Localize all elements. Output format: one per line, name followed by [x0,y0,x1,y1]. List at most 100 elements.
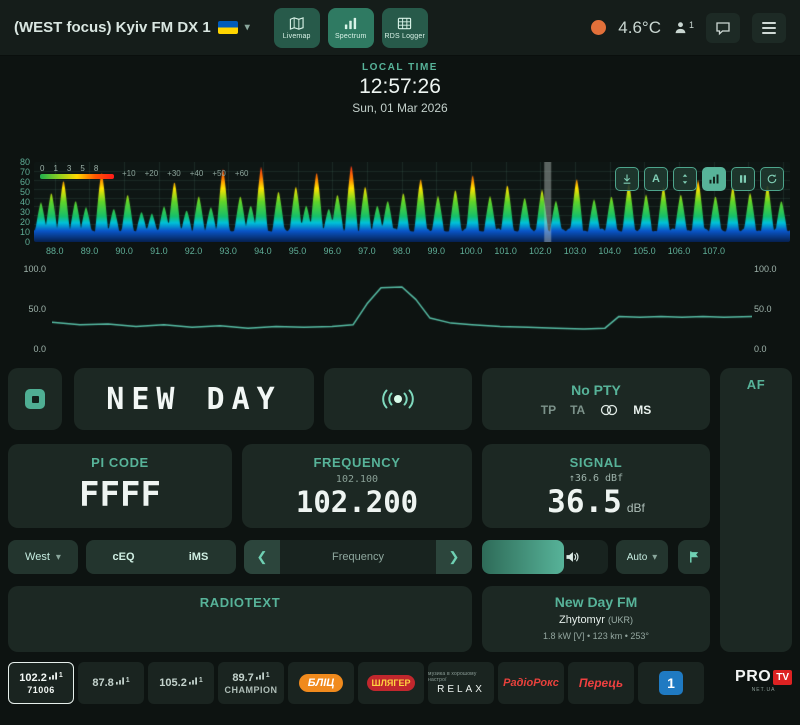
pause-button[interactable] [731,167,755,191]
signal-card: SIGNAL ↑36.6 dBf 36.5 dBf [482,444,710,528]
x-tick: 93.0 [219,246,237,256]
frequency-down-button[interactable]: ❮ [244,540,280,574]
x-tick: 104.0 [598,246,621,256]
legend-db: +40 [190,169,204,178]
listeners-indicator: 1 [673,20,694,35]
ims-toggle[interactable]: iMS [161,551,236,563]
x-tick: 105.0 [633,246,656,256]
resize-button[interactable] [673,167,697,191]
relax-logo: RELAX [437,684,485,695]
y-tick: 50 [8,187,30,197]
eq-toggle[interactable]: cEQ [86,551,161,563]
y-tick: 60 [8,177,30,187]
fm-dx-webserver-app: (WEST focus) Kyiv FM DX 1 ▾ Livemap Spec… [0,0,800,725]
ms-flag: MS [633,403,651,417]
spectrum-legend: 0 1 3 5 8 +10 +20 +30 +40 +50 +60 [40,164,248,179]
hamburger-icon [762,22,776,34]
preset-tile-blic[interactable]: БЛІЦ [288,662,354,704]
listeners-count: 1 [689,20,694,30]
legend-db: +50 [212,169,226,178]
person-icon [673,20,688,35]
local-time-block: LOCAL TIME 12:57:26 Sun, 01 Mar 2026 [0,62,800,115]
preset-tile[interactable]: 102.2 1 71006 [8,662,74,704]
ua1-logo: 1 [659,671,683,695]
server-title-dropdown[interactable]: (WEST focus) Kyiv FM DX 1 ▾ [14,19,250,36]
volume-slider[interactable] [482,540,608,574]
y-tick: 0 [8,237,30,247]
legend-tick: 5 [80,164,84,173]
autoscale-button[interactable]: A [644,167,668,191]
menu-button[interactable] [752,13,786,43]
stop-icon [25,389,45,409]
stop-button[interactable] [8,368,62,430]
x-tick: 94.0 [254,246,272,256]
scale-down-button[interactable] [615,167,639,191]
antenna-select[interactable]: West ▾ [8,540,78,574]
preset-tile[interactable]: 89.7 1 CHAMPION [218,662,284,704]
local-time-value: 12:57:26 [0,75,800,99]
refresh-button[interactable] [760,167,784,191]
pi-code-label: PI CODE [8,455,232,470]
preset-tile-ua1[interactable]: 1 [638,662,704,704]
x-tick: 90.0 [115,246,133,256]
x-tick: 96.0 [323,246,341,256]
mode-select[interactable]: Auto ▾ [616,540,668,574]
radio-roks-logo: РадіоРокс [503,677,559,689]
preset-tile-perets[interactable]: Перець [568,662,634,704]
history-label-right-max: 100.0 [754,264,790,274]
livemap-button[interactable]: Livemap [274,8,320,48]
y-tick: 10 [8,227,30,237]
x-tick: 100.0 [460,246,483,256]
legend-db: +10 [122,169,136,178]
frequency-up-button[interactable]: ❯ [436,540,472,574]
legend-gradient-bar [40,174,114,179]
station-info-card: New Day FM Zhytomyr (UKR) 1.8 kW [V] • 1… [482,586,710,652]
spectrum-icon [343,16,358,31]
preset-tile-shlyager[interactable]: ШЛЯГЕР [358,662,424,704]
nav-buttons: Livemap Spectrum RDS Logger [274,8,428,48]
brand-tv: TV [773,670,792,685]
chevron-down-icon: ▾ [56,552,61,563]
signal-bars-icon [49,672,57,680]
legend-db: +60 [235,169,249,178]
speaker-icon [565,551,580,564]
x-tick: 103.0 [564,246,587,256]
chat-button[interactable] [706,13,740,43]
signal-peak: ↑36.6 dBf [482,473,710,484]
preset-tile-relax[interactable]: музика в хорошому настрої RELAX [428,662,494,704]
spectrum-mode-button[interactable] [702,167,726,191]
pty-panel: No PTY TP TA MS [482,368,710,430]
preset-tile[interactable]: 87.8 1 [78,662,144,704]
signal-unit: dBf [627,501,645,515]
station-name: New Day FM [482,594,710,610]
ta-flag: TA [570,403,585,417]
broadcast-toggle-button[interactable] [324,368,472,430]
eq-ims-group: cEQ iMS [86,540,236,574]
brand-pro: PRO [735,668,771,686]
spectrum-analyzer: 80706050403020100 0 1 3 5 8 +10 +20 +30 … [8,162,792,262]
legend-db: +20 [145,169,159,178]
weather-sun-icon [591,20,606,35]
temperature-readout: 4.6°C [618,18,661,38]
chevron-down-icon: ▾ [652,552,657,563]
station-city: Zhytomyr [559,614,605,626]
history-label-left-min: 0.0 [10,344,46,354]
spectrum-button[interactable]: Spectrum [328,8,374,48]
af-label: AF [720,377,792,392]
table-icon [397,16,412,31]
signal-bars-icon [116,677,124,685]
preset-tile-radio-roks[interactable]: РадіоРокс [498,662,564,704]
rds-logger-button[interactable]: RDS Logger [382,8,428,48]
history-label-left-mid: 50.0 [10,304,46,314]
server-title: (WEST focus) Kyiv FM DX 1 [14,19,211,36]
x-tick: 91.0 [150,246,168,256]
autoscale-label: A [652,173,660,185]
legend-tick: 3 [67,164,71,173]
x-tick: 97.0 [358,246,376,256]
spectrum-label: Spectrum [335,33,367,40]
ps-name-panel: NEW DAY [74,368,314,430]
tp-flag: TP [541,403,556,417]
x-tick: 99.0 [428,246,446,256]
preset-tile[interactable]: 105.2 1 [148,662,214,704]
bookmark-flag-button[interactable] [678,540,710,574]
